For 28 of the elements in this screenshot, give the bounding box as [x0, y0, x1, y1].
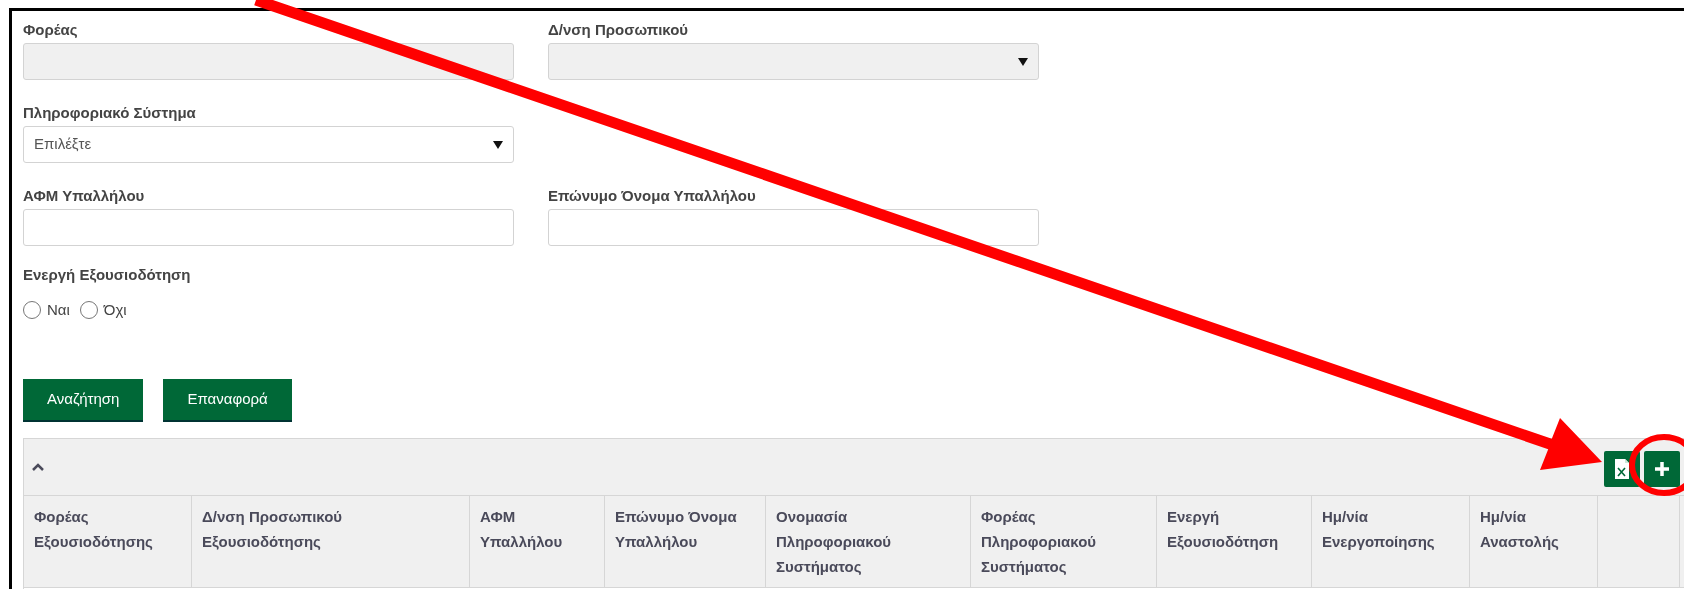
field-label: Πληροφοριακό Σύστημα	[23, 103, 197, 120]
input-field[interactable]	[23, 209, 514, 246]
column-header: Δ/νση Προσωπικού Εξουσιοδότησης	[202, 507, 344, 552]
plus-icon	[1653, 460, 1671, 478]
form-button[interactable]: Αναζήτηση	[23, 379, 144, 422]
dropdown-caret-icon	[493, 140, 503, 149]
column-header: Φορέας Πληροφοριακού Συστήματος	[981, 507, 1098, 577]
dropdown-caret-icon	[1018, 57, 1028, 66]
column-header: Φορέας Εξουσιοδότησης	[34, 507, 154, 552]
collapse-icon[interactable]	[32, 463, 44, 471]
radio-option[interactable]: Όχι	[79, 298, 127, 321]
field-label: ΑΦΜ Υπαλλήλου	[23, 186, 146, 203]
radio-option[interactable]: Ναι	[23, 298, 70, 321]
field-label: Δ/νση Προσωπικού	[548, 20, 690, 37]
column-header: Ενεργή Εξουσιοδότηση	[1167, 507, 1280, 552]
dropdown-field[interactable]: Επιλέξτε	[23, 126, 514, 163]
column-header: Ημ/νία Αναστολής	[1480, 507, 1560, 552]
column-header: Επώνυμο Όνομα Υπαλλήλου	[615, 507, 738, 552]
field-label: Ενεργή Εξουσιοδότηση	[23, 265, 192, 285]
column-header: Ονομασία Πληροφοριακού Συστήματος	[776, 507, 893, 577]
add-button[interactable]	[1644, 451, 1680, 487]
column-header: ΑΦΜ Υπαλλήλου	[480, 507, 564, 552]
excel-file-icon	[1614, 458, 1630, 480]
field-label: Φορέας	[23, 20, 79, 37]
column-header: Ημ/νία Ενεργοποίησης	[1322, 507, 1436, 552]
field-label: Επώνυμο Όνομα Υπαλλήλου	[548, 186, 757, 203]
form-button[interactable]: Επαναφορά	[163, 379, 292, 422]
input-field[interactable]	[548, 209, 1039, 246]
